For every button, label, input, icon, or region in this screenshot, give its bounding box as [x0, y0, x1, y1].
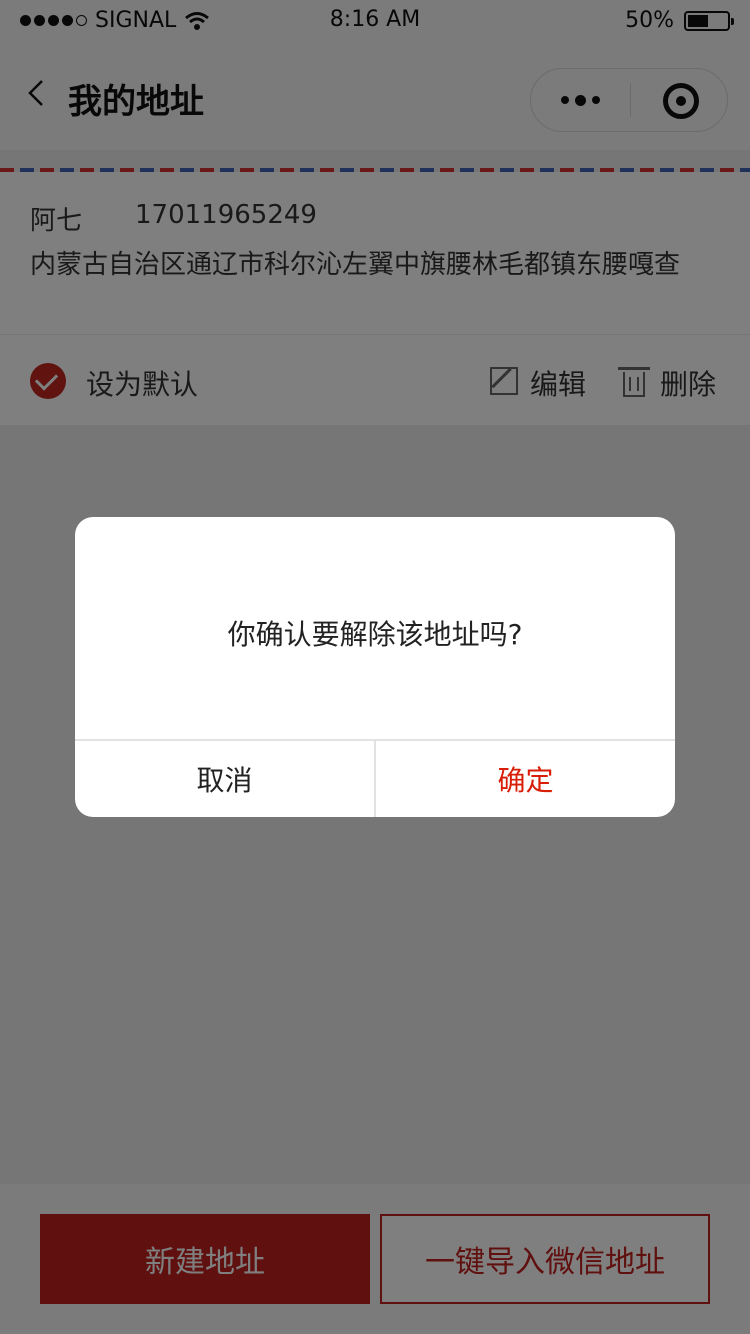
- confirm-dialog: 你确认要解除该地址吗? 取消 确定: [75, 517, 675, 817]
- confirm-button[interactable]: 确定: [376, 741, 675, 817]
- cancel-button[interactable]: 取消: [75, 741, 374, 817]
- dialog-message: 你确认要解除该地址吗?: [227, 618, 523, 651]
